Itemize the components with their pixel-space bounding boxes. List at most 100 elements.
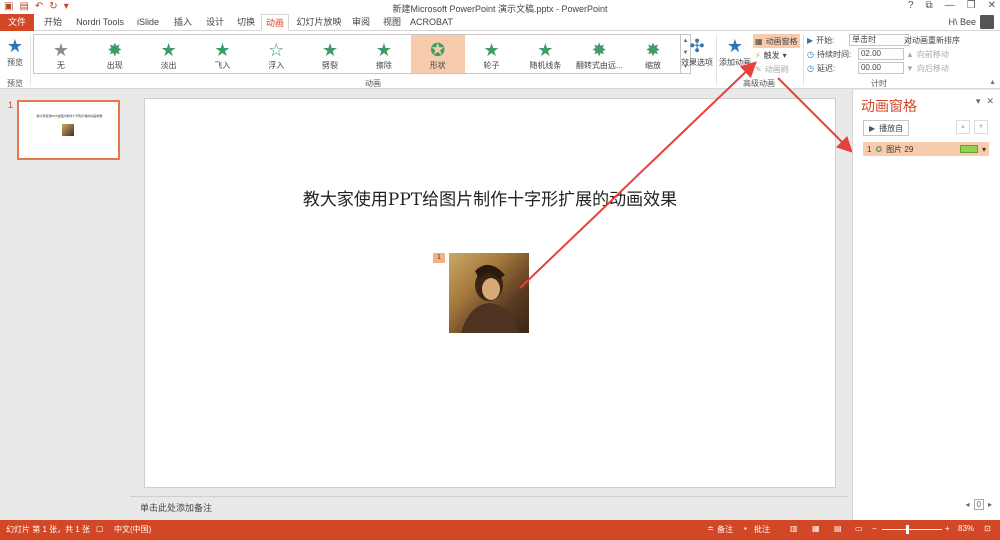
star-icon: ★ [214, 40, 231, 60]
effect-fade[interactable]: ★ 淡出 [142, 35, 196, 73]
reading-view-icon[interactable]: ▤ [834, 524, 842, 533]
fit-slide-icon[interactable]: ⊡ [984, 524, 991, 533]
add-animation-button[interactable]: ★ 添加动画 [718, 35, 752, 68]
star-icon: ★ [52, 40, 69, 60]
tab-transitions[interactable]: 切换 [233, 14, 259, 31]
animation-pane-title: 动画窗格 [861, 98, 917, 114]
preview-button[interactable]: ★ 预览 [3, 35, 27, 68]
effect-wheel[interactable]: ★ 轮子 [465, 35, 519, 73]
title-bar: ▣ ▤ ↶ ↻ ▾ 新建Microsoft PowerPoint 演示文稿.pp… [0, 0, 1000, 14]
timeline-bar[interactable] [959, 145, 978, 153]
effect-appear[interactable]: ✸ 出现 [88, 35, 142, 73]
play-from-button[interactable]: ▶ 播放自 [863, 120, 910, 136]
effect-zoom[interactable]: ✸ 缩放 [626, 35, 680, 73]
arrow-left-icon[interactable]: ◂ [966, 500, 970, 509]
pane-options-icon[interactable]: ▾ [976, 96, 981, 107]
user-name: H\ Bee [948, 17, 976, 27]
star-outline-icon: ✪ [875, 144, 883, 154]
tab-home[interactable]: 开始 [40, 14, 66, 31]
effect-grow-turn[interactable]: ✸ 翻转式由远... [572, 35, 626, 73]
add-animation-star-icon: ★ [726, 36, 744, 56]
zoom-out-icon[interactable]: − [872, 524, 877, 533]
thumbnail-title: 教大家使用PPT给图片制作十字形扩展的动画效果 [36, 114, 103, 118]
pane-close-icon[interactable]: ✕ [986, 96, 994, 107]
effect-shape[interactable]: ✪ 形状 [410, 35, 465, 73]
minimize-button[interactable]: — [945, 0, 955, 11]
animation-painter-button[interactable]: ✎ 动画刷 [755, 62, 789, 76]
effect-float-in[interactable]: ☆ 浮入 [249, 35, 303, 73]
trigger-button[interactable]: ⚡ 触发 ▾ [755, 48, 787, 62]
zoom-slider-thumb[interactable] [906, 525, 909, 534]
tab-file[interactable]: 文件 [0, 14, 34, 31]
star-burst-icon: ✸ [591, 40, 607, 60]
restore-button[interactable]: ❐ [967, 0, 976, 11]
move-earlier-button[interactable]: ▲ 向前移动 [906, 47, 949, 61]
zoom-in-icon[interactable]: + [945, 524, 950, 533]
group-label-animation: 动画 [365, 79, 381, 88]
arrow-right-icon[interactable]: ▸ [988, 500, 992, 509]
thumbnail-number: 1 [8, 100, 14, 110]
animation-pane-button[interactable]: ▦ 动画窗格 [753, 34, 800, 48]
animation-pane: 动画窗格 ▾ ✕ ▶ 播放自 ▲ ▼ 1 ✪ 图片 29 ▾ ◂ 0 ▸ [852, 90, 1000, 520]
tab-islide[interactable]: iSlide [134, 14, 162, 31]
tab-design[interactable]: 设计 [202, 14, 228, 31]
ribbon-options-button[interactable]: ⧉ [926, 0, 933, 11]
collapse-ribbon-icon[interactable]: ▲ [989, 79, 996, 86]
animation-gallery: ★ 无 ✸ 出现 ★ 淡出 ★ 飞入 ☆ 浮入 ★ 劈裂 ★ 擦除 ✪ 形状 ★ 轮子 ★ 随机线条… [33, 34, 681, 74]
effect-none[interactable]: ★ 无 [34, 35, 88, 73]
delay-row: ◷ 延迟: 00.00 [807, 61, 904, 75]
effect-split[interactable]: ★ 劈裂 [303, 35, 357, 73]
user-account[interactable]: H\ Bee [948, 15, 994, 29]
animation-list-item[interactable]: 1 ✪ 图片 29 ▾ [863, 142, 989, 156]
duration-spinner[interactable]: 02.00 [857, 48, 904, 60]
zoom-slider[interactable] [882, 529, 942, 530]
slide-thumbnail[interactable]: 教大家使用PPT给图片制作十字形扩展的动画效果 [17, 100, 120, 160]
group-label-timing: 计时 [871, 79, 887, 88]
comments-button[interactable]: 批注 [754, 524, 770, 535]
move-later-button[interactable]: ▼ 向后移动 [906, 61, 949, 75]
close-button[interactable]: ✕ [988, 0, 996, 11]
separator [30, 35, 31, 85]
slide-sorter-icon[interactable]: ▦ [812, 524, 820, 533]
star-outline-icon: ✪ [430, 40, 446, 60]
tab-review[interactable]: 审阅 [348, 14, 374, 31]
zoom-level[interactable]: 83% [958, 524, 974, 533]
help-button[interactable]: ? [908, 0, 914, 11]
slide-picture[interactable] [449, 253, 529, 333]
slideshow-icon[interactable]: ▭ [855, 524, 863, 533]
chevron-down-icon[interactable]: ▾ [982, 145, 986, 154]
ribbon: ★ 预览 预览 ★ 无 ✸ 出现 ★ 淡出 ★ 飞入 ☆ 浮入 ★ 劈裂 ★ 擦除 ✪ 形状 ★… [0, 31, 1000, 89]
tab-animations[interactable]: 动画 [261, 14, 289, 31]
group-label-advanced: 高级动画 [743, 79, 775, 88]
tab-slideshow[interactable]: 幻灯片放映 [295, 14, 343, 31]
move-down-button[interactable]: ▼ [974, 120, 988, 134]
star-icon: ★ [375, 40, 392, 60]
normal-view-icon[interactable]: ▥ [790, 524, 798, 533]
effect-random-bars[interactable]: ★ 随机线条 [518, 35, 572, 73]
notes-pane[interactable]: 单击此处添加备注 [130, 496, 848, 520]
tab-acrobat[interactable]: ACROBAT [410, 14, 453, 31]
thumbnail-image [62, 124, 74, 136]
ribbon-tabs: 文件 开始 Nordri Tools iSlide 插入 设计 切换 动画 幻灯… [0, 14, 1000, 31]
portrait-illustration [461, 264, 519, 333]
zoom-box[interactable]: 0 [973, 499, 984, 510]
start-dropdown[interactable]: 单击时 [849, 34, 910, 46]
play-icon: ▶ [869, 123, 876, 133]
notes-placeholder: 单击此处添加备注 [140, 503, 213, 513]
delay-spinner[interactable]: 00.00 [857, 62, 904, 74]
slide-title[interactable]: 教大家使用PPT给图片制作十字形扩展的动画效果 [144, 185, 836, 210]
spellcheck-icon[interactable]: ▢ [96, 524, 104, 533]
pane-controls: ▾ ✕ [976, 96, 994, 107]
move-up-button[interactable]: ▲ [956, 120, 970, 134]
tab-nordri-tools[interactable]: Nordri Tools [72, 14, 128, 31]
tab-insert[interactable]: 插入 [170, 14, 196, 31]
effect-options-button[interactable]: ✣ 效果选项 [679, 35, 715, 68]
start-row: ▶ 开始: 单击时 [807, 33, 910, 47]
tab-view[interactable]: 视图 [379, 14, 405, 31]
effect-wipe[interactable]: ★ 擦除 [357, 35, 411, 73]
effect-fly-in[interactable]: ★ 飞入 [195, 35, 249, 73]
language[interactable]: 中文(中国) [114, 524, 151, 535]
animation-pane-icon: ▦ [755, 36, 763, 46]
effect-options-icon: ✣ [689, 36, 705, 56]
notes-button[interactable]: 备注 [717, 524, 733, 535]
